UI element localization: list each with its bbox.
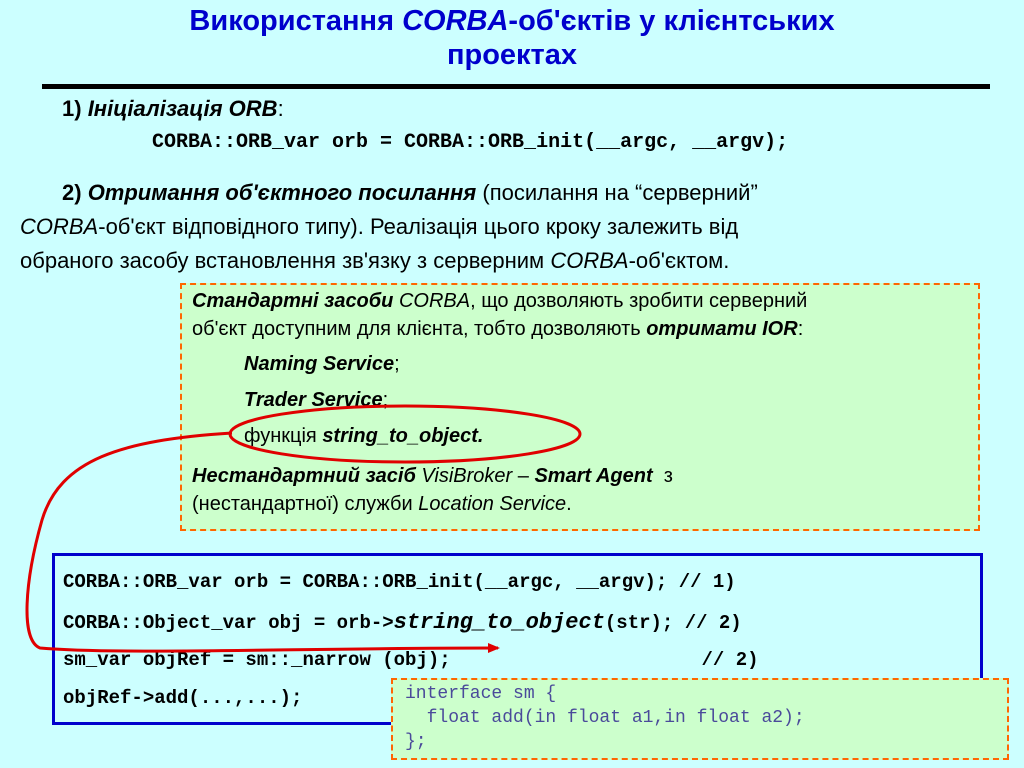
annotation-arrow xyxy=(25,431,500,654)
highlight-ellipse xyxy=(228,404,582,464)
annotation-overlay xyxy=(25,404,582,654)
